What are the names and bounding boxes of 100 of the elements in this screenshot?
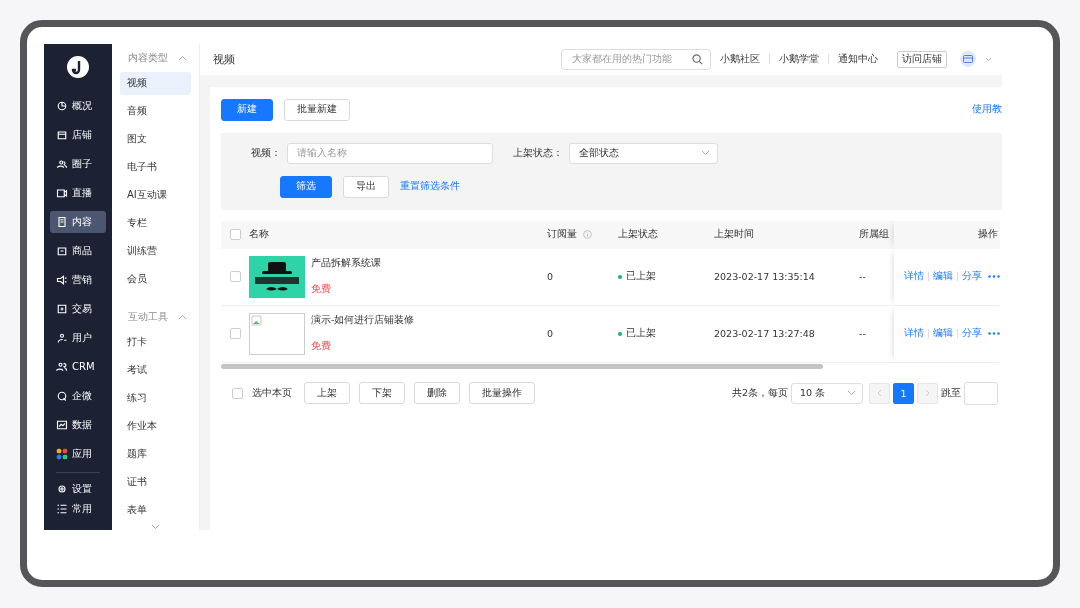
column-header: 订阅量 bbox=[547, 228, 577, 241]
table-cell-text: 0 bbox=[547, 271, 555, 282]
nav-item[interactable]: 交易 bbox=[50, 297, 106, 320]
submenu-item[interactable]: 音频 bbox=[120, 99, 191, 123]
group-title: 互动工具 bbox=[128, 309, 168, 324]
avatar-icon[interactable] bbox=[960, 51, 976, 67]
more-icon[interactable] bbox=[988, 275, 1000, 278]
submenu-item[interactable]: 打卡 bbox=[120, 330, 191, 354]
jump-input-field[interactable] bbox=[964, 381, 998, 405]
outline-icon bbox=[56, 99, 68, 112]
content-title[interactable]: 演示-如何进行店铺装修 bbox=[311, 313, 415, 327]
checkbox[interactable] bbox=[229, 229, 241, 240]
checkbox[interactable] bbox=[232, 387, 243, 399]
nav-item[interactable]: 营销 bbox=[50, 268, 106, 291]
nav-item[interactable]: 内容 bbox=[50, 210, 106, 233]
outline-icon bbox=[56, 128, 68, 141]
next-page-button[interactable] bbox=[917, 382, 938, 404]
nav-item[interactable]: 用户 bbox=[50, 326, 106, 349]
submenu-item[interactable]: 作业本 bbox=[120, 414, 191, 438]
table-cell-text: 2023-02-17 13:27:48 bbox=[714, 328, 816, 339]
action-link[interactable]: 详情 bbox=[904, 270, 924, 283]
checkbox[interactable] bbox=[229, 328, 241, 339]
submenu-item[interactable]: 训练营 bbox=[120, 239, 191, 263]
more-icon[interactable] bbox=[988, 332, 1000, 335]
price-label: 免费 bbox=[311, 282, 332, 296]
list-icon bbox=[56, 502, 68, 515]
filter-button[interactable]: 导出 bbox=[343, 175, 389, 198]
nav-item[interactable]: 圈子 bbox=[50, 152, 106, 175]
outline-icon bbox=[56, 418, 68, 431]
nav-item[interactable]: 应用 bbox=[50, 442, 106, 465]
filter-button[interactable]: 筛选 bbox=[280, 175, 332, 198]
broken-image-icon bbox=[249, 312, 305, 355]
outline-icon bbox=[56, 215, 68, 228]
chevron-down-icon bbox=[701, 150, 710, 156]
price-label: 免费 bbox=[311, 339, 332, 353]
table-cell-text: -- bbox=[859, 328, 867, 339]
submenu-item[interactable]: 考试 bbox=[120, 358, 191, 382]
column-header: 操作 bbox=[978, 228, 998, 241]
header-link[interactable]: 小鹅社区 bbox=[720, 52, 760, 66]
filter-label: 上架状态： bbox=[513, 146, 563, 160]
chevron-icon[interactable] bbox=[178, 54, 187, 61]
outline-icon bbox=[56, 360, 68, 373]
nav-item[interactable]: 数据 bbox=[50, 413, 106, 436]
column-header: 名称 bbox=[249, 228, 269, 239]
column-header: 所属组 bbox=[859, 228, 889, 239]
nav-item[interactable]: 常用 bbox=[50, 498, 106, 519]
nav-item[interactable]: 概况 bbox=[50, 94, 106, 117]
submenu-item[interactable]: 图文 bbox=[120, 127, 191, 151]
status-dropdown[interactable]: 全部状态 bbox=[569, 142, 718, 164]
settings-icon bbox=[56, 482, 68, 495]
submenu-item[interactable]: 题库 bbox=[120, 442, 191, 466]
chevron-down-icon bbox=[847, 390, 856, 396]
page-size-dropdown[interactable]: 10 条 bbox=[791, 382, 863, 404]
help-link[interactable]: 使用教 bbox=[972, 103, 1002, 116]
caret-icon[interactable] bbox=[985, 56, 992, 62]
grid-icon bbox=[56, 447, 68, 460]
submenu-item[interactable]: 会员 bbox=[120, 267, 191, 291]
bulk-button[interactable]: 批量操作 bbox=[469, 382, 535, 404]
header-link[interactable]: 通知中心 bbox=[838, 52, 878, 66]
outline-icon bbox=[56, 244, 68, 257]
submenu-item[interactable]: 电子书 bbox=[120, 155, 191, 179]
nav-item[interactable]: CRM bbox=[50, 355, 106, 378]
search-icon bbox=[692, 53, 703, 65]
logo-icon bbox=[67, 55, 89, 78]
checkbox[interactable] bbox=[229, 271, 241, 282]
table-cell-text: -- bbox=[859, 271, 867, 282]
scrollbar[interactable] bbox=[221, 363, 823, 369]
reset-link[interactable]: 重置筛选条件 bbox=[400, 180, 460, 193]
submenu-item[interactable]: 专栏 bbox=[120, 211, 191, 235]
group-title: 内容类型 bbox=[128, 50, 168, 65]
outline-icon bbox=[56, 331, 68, 344]
action-link[interactable]: 编辑 bbox=[933, 270, 953, 283]
submenu-item[interactable]: 练习 bbox=[120, 386, 191, 410]
chevron-down-icon[interactable] bbox=[151, 523, 160, 530]
chevron-left-icon bbox=[877, 389, 882, 397]
bulk-button[interactable]: 下架 bbox=[359, 382, 405, 404]
bulk-button[interactable]: 删除 bbox=[414, 382, 460, 404]
outline-icon bbox=[56, 186, 68, 199]
header-link[interactable]: 小鹅学堂 bbox=[779, 52, 819, 66]
submenu-item[interactable]: AI互动课 bbox=[120, 183, 191, 207]
nav-item[interactable]: 商品 bbox=[50, 239, 106, 262]
action-link[interactable]: 分享 bbox=[962, 327, 982, 340]
nav-item[interactable]: 企微 bbox=[50, 384, 106, 407]
page-button[interactable]: 1 bbox=[893, 382, 914, 404]
content-title[interactable]: 产品拆解系统课 bbox=[311, 256, 381, 270]
submenu-item[interactable]: 表单 bbox=[120, 498, 191, 522]
toolbar-button[interactable]: 新建 bbox=[221, 98, 273, 121]
nav-item[interactable]: 设置 bbox=[50, 478, 106, 499]
visit-store-button[interactable]: 访问店铺 bbox=[897, 50, 947, 68]
submenu-item[interactable]: 证书 bbox=[120, 470, 191, 494]
action-link[interactable]: 分享 bbox=[962, 270, 982, 283]
nav-item[interactable]: 直播 bbox=[50, 181, 106, 204]
nav-item[interactable]: 店铺 bbox=[50, 123, 106, 146]
prev-page-button[interactable] bbox=[869, 382, 890, 404]
action-link[interactable]: 编辑 bbox=[933, 327, 953, 340]
submenu-item[interactable]: 视频 bbox=[120, 71, 191, 95]
toolbar-button[interactable]: 批量新建 bbox=[284, 98, 350, 121]
action-link[interactable]: 详情 bbox=[904, 327, 924, 340]
chevron-icon[interactable] bbox=[178, 313, 187, 320]
bulk-button[interactable]: 上架 bbox=[304, 382, 350, 404]
